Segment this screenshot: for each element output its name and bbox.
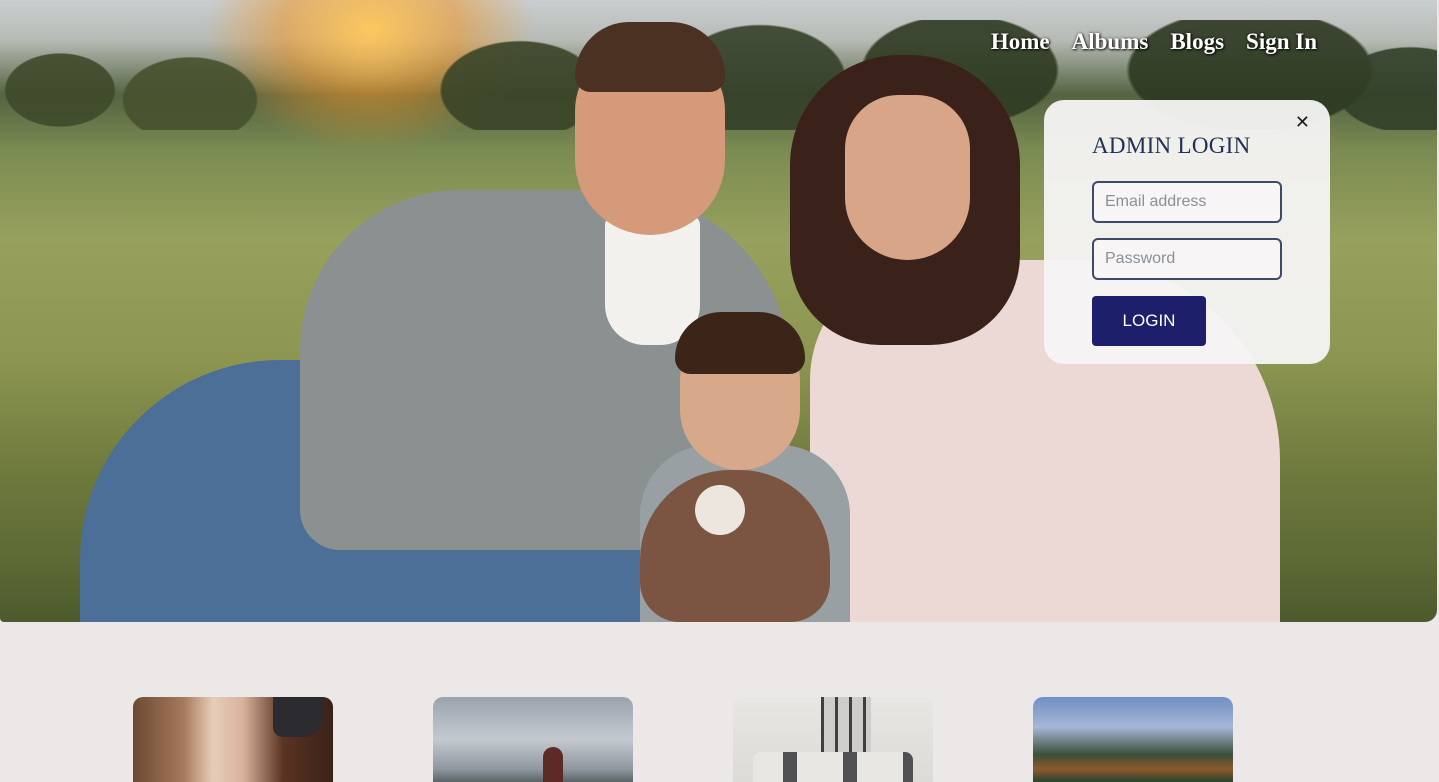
album-card-couple[interactable] (133, 697, 333, 782)
nav-home-link[interactable]: Home (991, 29, 1050, 55)
hero-figure-man-hair (575, 22, 725, 92)
nav-blogs-link[interactable]: Blogs (1170, 29, 1224, 55)
album-card-church[interactable] (733, 697, 933, 782)
album-card-row (133, 697, 1233, 782)
main-nav: Home Albums Blogs Sign In (991, 29, 1317, 55)
email-field[interactable] (1092, 181, 1282, 223)
hero-teddy-bear-face (695, 485, 745, 535)
close-icon[interactable]: ✕ (1295, 112, 1310, 133)
nav-albums-link[interactable]: Albums (1072, 29, 1149, 55)
hero-figure-woman-head (845, 95, 970, 260)
admin-login-panel: ✕ ADMIN LOGIN LOGIN (1044, 100, 1330, 364)
album-card-lake[interactable] (1033, 697, 1233, 782)
login-button[interactable]: LOGIN (1092, 296, 1206, 346)
hero-figure-child-hair (675, 312, 805, 374)
login-title: ADMIN LOGIN (1092, 133, 1251, 158)
nav-sign-in-link[interactable]: Sign In (1246, 29, 1317, 55)
album-card-mountain[interactable] (433, 697, 633, 782)
password-field[interactable] (1092, 238, 1282, 280)
